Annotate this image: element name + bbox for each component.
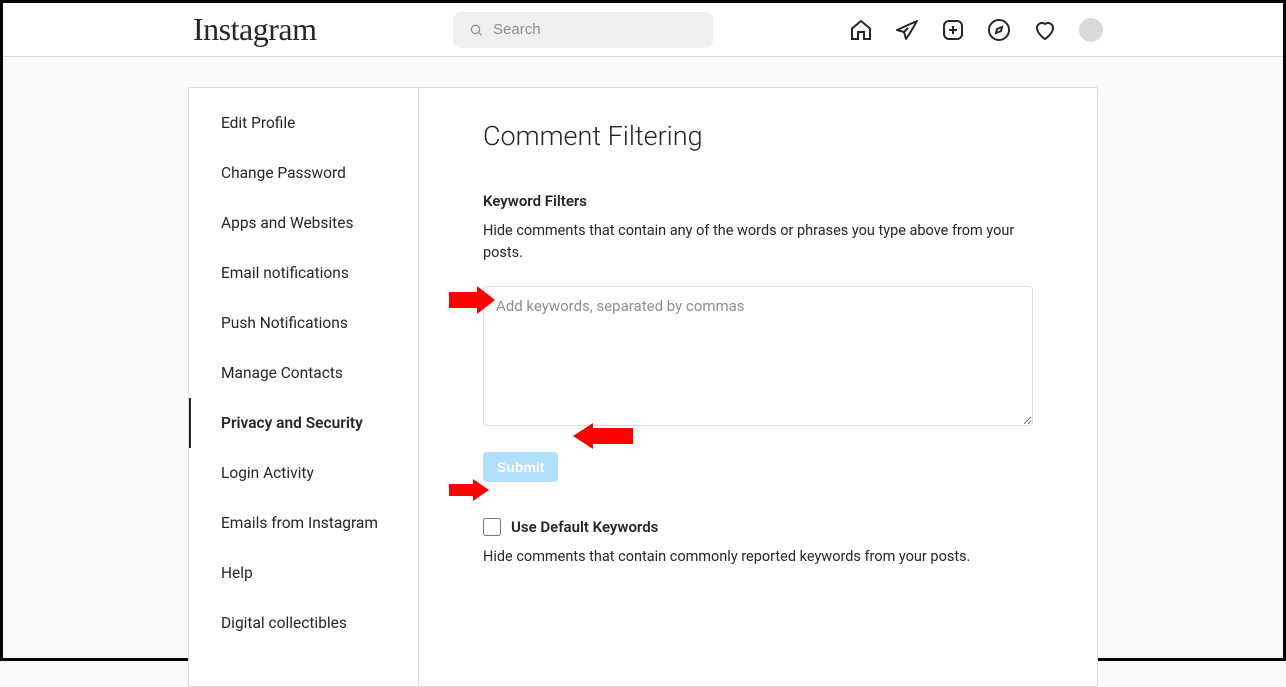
top-nav: Instagram (3, 3, 1283, 57)
search-input[interactable] (493, 21, 697, 38)
instagram-logo[interactable]: Instagram (193, 11, 316, 48)
default-keywords-checkbox[interactable] (483, 518, 501, 536)
profile-avatar[interactable] (1079, 18, 1103, 42)
sidebar-item-privacy-security[interactable]: Privacy and Security (189, 398, 418, 448)
sidebar-item-edit-profile[interactable]: Edit Profile (189, 98, 418, 148)
submit-button[interactable]: Submit (483, 452, 558, 482)
activity-icon[interactable] (1033, 18, 1057, 42)
sidebar-item-change-password[interactable]: Change Password (189, 148, 418, 198)
settings-content: Comment Filtering Keyword Filters Hide c… (419, 88, 1097, 686)
sidebar-item-apps-websites[interactable]: Apps and Websites (189, 198, 418, 248)
nav-icons (849, 18, 1103, 42)
sidebar-item-email-notifications[interactable]: Email notifications (189, 248, 418, 298)
messages-icon[interactable] (895, 18, 919, 42)
new-post-icon[interactable] (941, 18, 965, 42)
search-field[interactable] (453, 12, 713, 48)
sidebar-item-emails-from-instagram[interactable]: Emails from Instagram (189, 498, 418, 548)
keyword-textarea[interactable] (483, 286, 1033, 426)
search-icon (469, 22, 483, 38)
settings-sidebar: Edit Profile Change Password Apps and We… (189, 88, 419, 686)
page-title: Comment Filtering (483, 120, 1033, 152)
home-icon[interactable] (849, 18, 873, 42)
sidebar-item-push-notifications[interactable]: Push Notifications (189, 298, 418, 348)
default-keywords-description: Hide comments that contain commonly repo… (483, 546, 1033, 568)
default-keywords-label[interactable]: Use Default Keywords (511, 518, 658, 536)
settings-panel: Edit Profile Change Password Apps and We… (188, 87, 1098, 687)
keyword-filters-heading: Keyword Filters (483, 192, 1033, 210)
sidebar-item-digital-collectibles[interactable]: Digital collectibles (189, 598, 418, 648)
keyword-filters-description: Hide comments that contain any of the wo… (483, 220, 1033, 264)
sidebar-item-manage-contacts[interactable]: Manage Contacts (189, 348, 418, 398)
sidebar-item-help[interactable]: Help (189, 548, 418, 598)
explore-icon[interactable] (987, 18, 1011, 42)
sidebar-item-login-activity[interactable]: Login Activity (189, 448, 418, 498)
